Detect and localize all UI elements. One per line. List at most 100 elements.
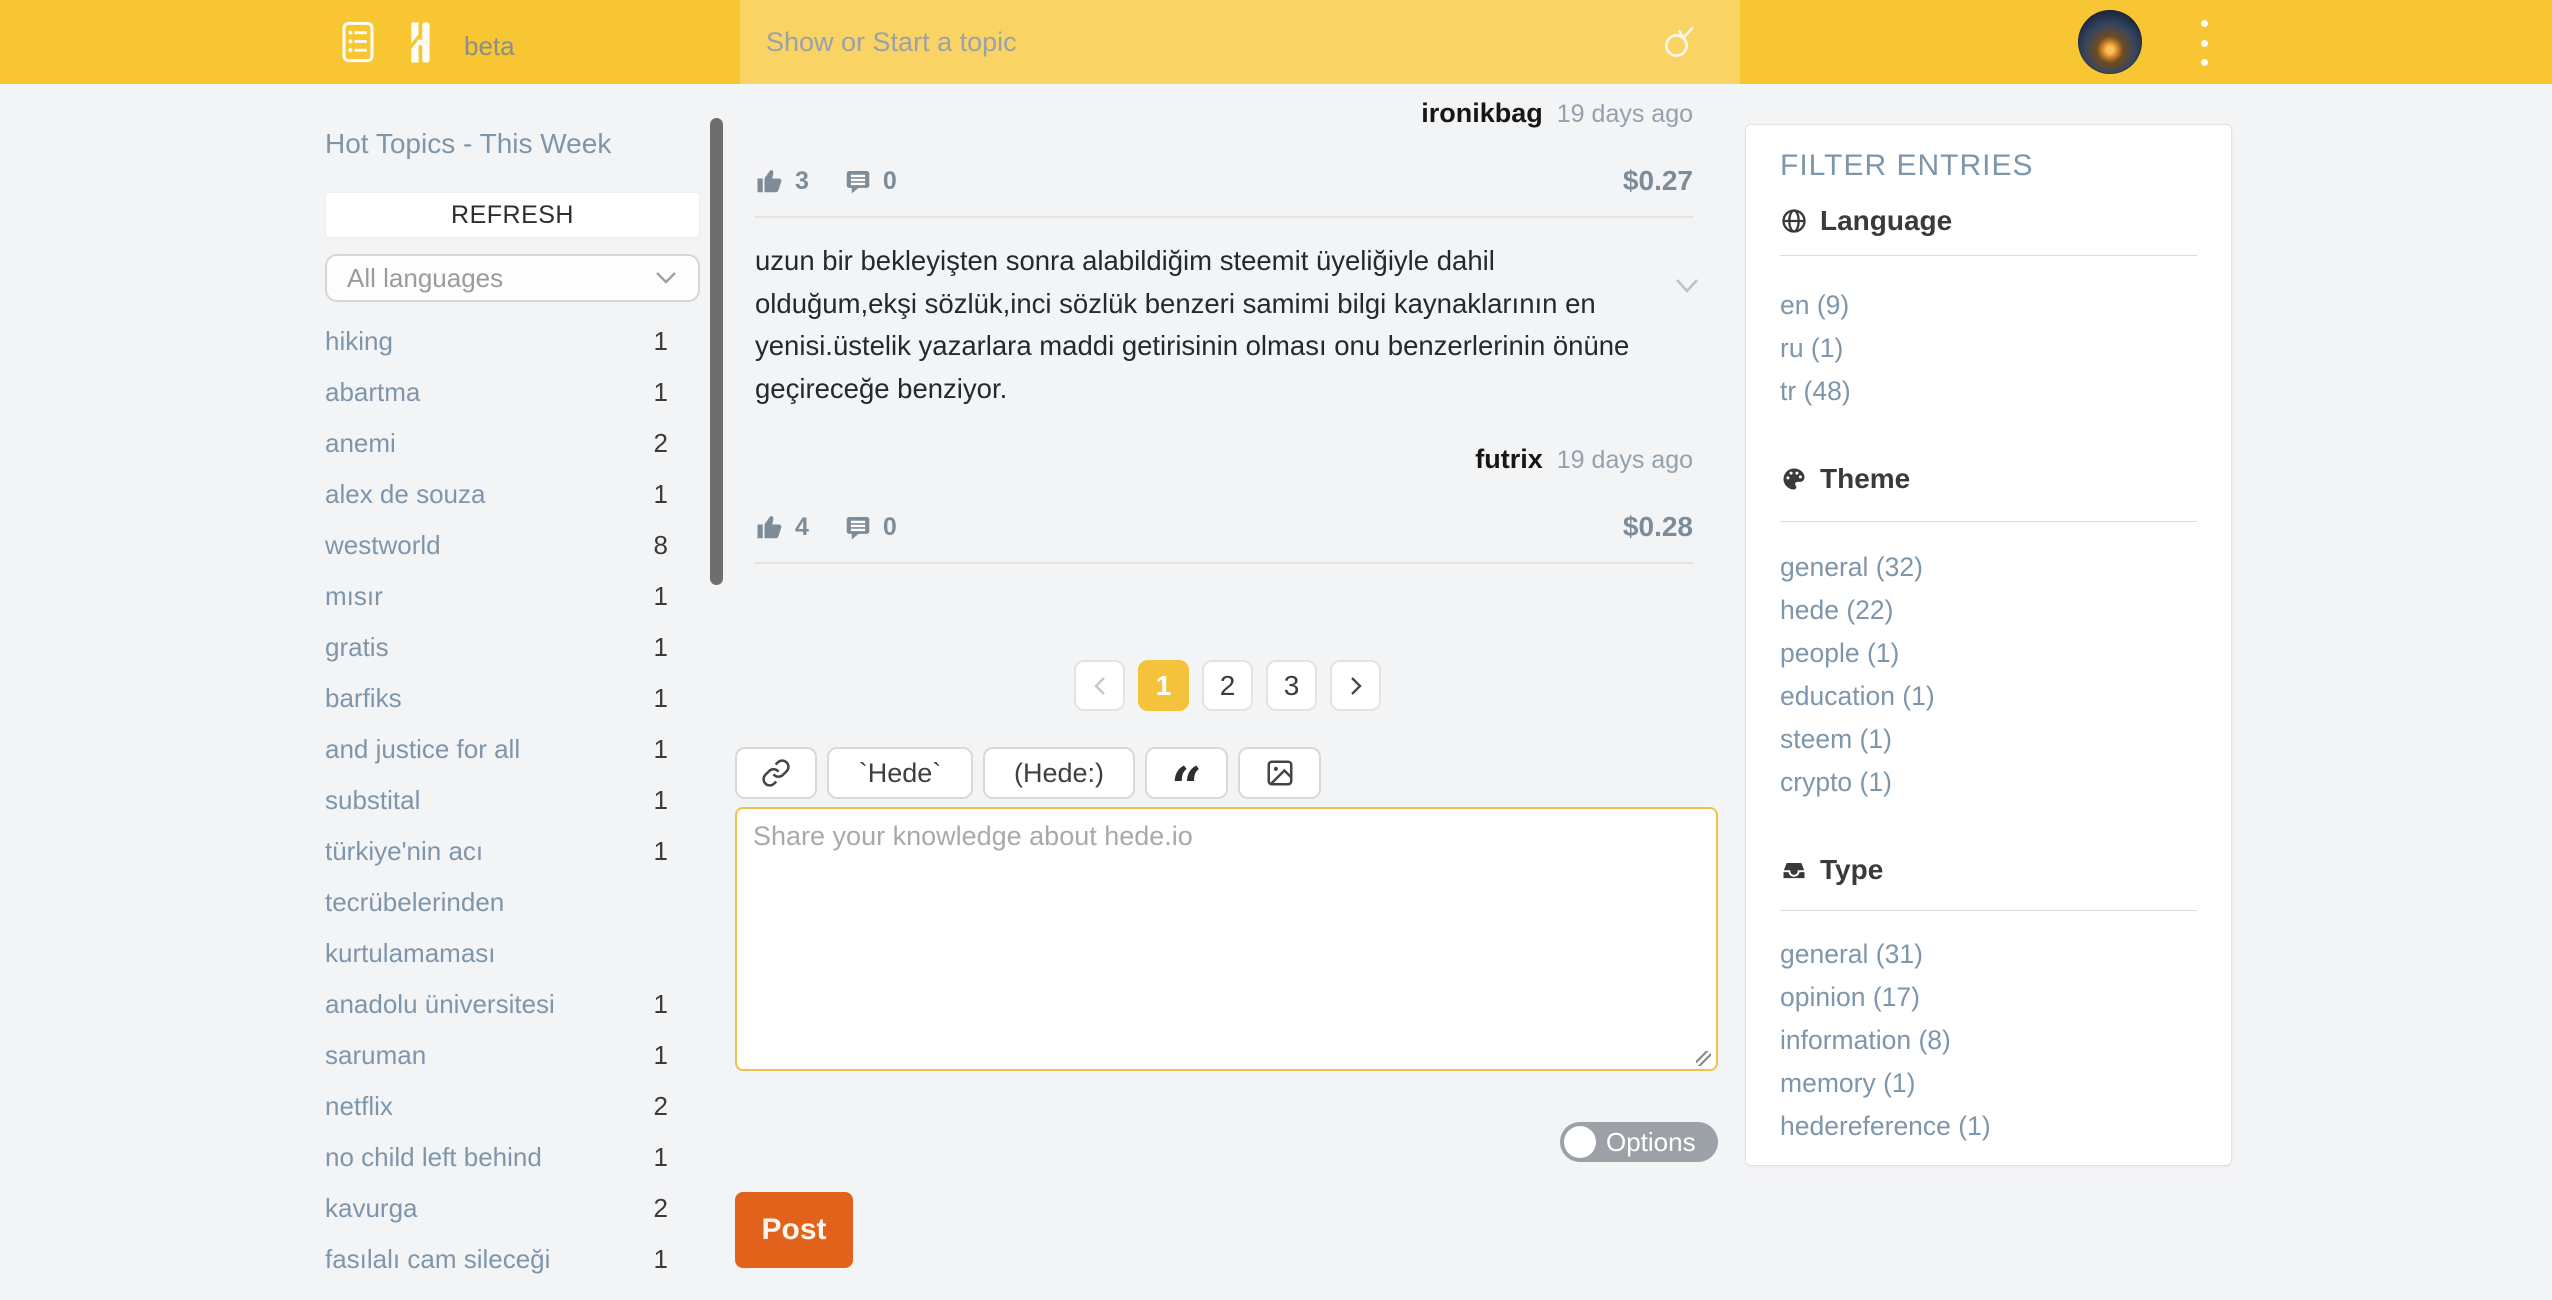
hot-topic-item[interactable]: barfiks 1 <box>325 673 668 724</box>
filter-entries-panel: FILTER ENTRIES Language en (9) ru (1) tr (… <box>1745 124 2232 1166</box>
hot-topic-item[interactable]: westworld 8 <box>325 520 668 571</box>
comment-button[interactable]: 0 <box>843 166 897 196</box>
page-button-3[interactable]: 3 <box>1266 660 1317 711</box>
topic-name[interactable]: kavurga <box>325 1183 654 1234</box>
filter-link[interactable]: hede (22) <box>1780 589 2197 632</box>
hot-topic-item[interactable]: anemi 2 <box>325 418 668 469</box>
hot-topic-item[interactable]: and justice for all 1 <box>325 724 668 775</box>
entry-textarea[interactable] <box>735 807 1718 1071</box>
like-button[interactable]: 3 <box>755 166 809 196</box>
filter-link[interactable]: information (8) <box>1780 1019 2197 1062</box>
topic-name[interactable]: alex de souza <box>325 469 654 520</box>
filter-link[interactable]: hedereference (1) <box>1780 1105 2197 1148</box>
quote-button[interactable]: “ <box>1145 747 1228 814</box>
page-button-1[interactable]: 1 <box>1138 660 1189 711</box>
insert-image-button[interactable] <box>1238 747 1321 799</box>
filter-link[interactable]: general (31) <box>1780 933 2197 976</box>
topic-name[interactable]: abartma <box>325 367 654 418</box>
kebab-menu-icon[interactable] <box>2194 20 2214 66</box>
filter-section-language: Language en (9) ru (1) tr (48) <box>1780 205 2197 413</box>
entry-author[interactable]: ironikbag <box>1421 98 1543 129</box>
comment-button[interactable]: 0 <box>843 512 897 542</box>
topic-name[interactable]: pi <box>325 1285 654 1300</box>
options-toggle-label: Options <box>1606 1126 1696 1157</box>
chevron-down-icon <box>654 270 678 286</box>
hot-topic-item[interactable]: kavurga 2 <box>325 1183 668 1234</box>
topic-name[interactable]: mısır <box>325 571 654 622</box>
hot-topic-item[interactable]: substital 1 <box>325 775 668 826</box>
filter-link[interactable]: tr (48) <box>1780 370 2197 413</box>
filter-link[interactable]: ru (1) <box>1780 327 2197 370</box>
hot-topic-item[interactable]: anadolu üniversitesi 1 <box>325 979 668 1030</box>
language-select[interactable]: All languages <box>325 254 700 302</box>
hot-topic-item[interactable]: gratis 1 <box>325 622 668 673</box>
hot-topic-item[interactable]: pi 2 <box>325 1285 668 1300</box>
topic-name[interactable]: anadolu üniversitesi <box>325 979 654 1030</box>
filter-link[interactable]: en (9) <box>1780 284 2197 327</box>
topic-name[interactable]: no child left behind <box>325 1132 654 1183</box>
hede-reference-button[interactable]: (Hede:) <box>983 747 1135 799</box>
next-page-button[interactable] <box>1330 660 1381 711</box>
filter-link[interactable]: education (1) <box>1780 675 2197 718</box>
hot-topics-sidebar: Hot Topics - This Week REFRESH All langu… <box>325 128 700 1300</box>
topic-name[interactable]: westworld <box>325 520 654 571</box>
prev-page-button[interactable] <box>1074 660 1125 711</box>
topic-count: 1 <box>653 1040 668 1070</box>
topic-name[interactable]: barfiks <box>325 673 654 724</box>
hot-topic-item[interactable]: abartma 1 <box>325 367 668 418</box>
sidebar-scrollbar[interactable] <box>710 118 723 585</box>
like-count: 4 <box>795 512 809 541</box>
entry-author[interactable]: futrix <box>1475 444 1543 475</box>
topic-name[interactable]: netflix <box>325 1081 654 1132</box>
filter-link[interactable]: people (1) <box>1780 632 2197 675</box>
filter-link[interactable]: opinion (17) <box>1780 976 2197 1019</box>
hot-topic-item[interactable]: alex de souza 1 <box>325 469 668 520</box>
user-avatar[interactable] <box>2078 10 2142 74</box>
topic-name[interactable]: fasılalı cam sileceği <box>325 1234 654 1285</box>
hede-markup-button[interactable]: `Hede` <box>827 747 973 799</box>
topic-name[interactable]: türkiye'nin acı tecrübelerinden kurtulam… <box>325 826 654 979</box>
search-input[interactable] <box>766 26 1714 58</box>
post-button[interactable]: Post <box>735 1192 853 1268</box>
comment-count: 0 <box>882 166 897 195</box>
section-divider <box>1780 255 2197 256</box>
search-icon[interactable] <box>1660 24 1698 62</box>
entry-date: 19 days ago <box>1556 100 1693 128</box>
topic-count: 1 <box>653 377 668 407</box>
topic-count: 1 <box>653 683 668 713</box>
options-toggle[interactable]: Options <box>1560 1122 1718 1162</box>
topic-name[interactable]: and justice for all <box>325 724 654 775</box>
refresh-button[interactable]: REFRESH <box>325 192 700 238</box>
topic-count: 2 <box>653 428 668 458</box>
hot-topic-item[interactable]: türkiye'nin acı tecrübelerinden kurtulam… <box>325 826 668 979</box>
page-button-2[interactable]: 2 <box>1202 660 1253 711</box>
topic-name[interactable]: saruman <box>325 1030 654 1081</box>
filter-link[interactable]: crypto (1) <box>1780 761 2197 804</box>
list-icon[interactable] <box>341 21 375 63</box>
hot-topic-item[interactable]: mısır 1 <box>325 571 668 622</box>
filter-link[interactable]: steem (1) <box>1780 718 2197 761</box>
topic-name[interactable]: substital <box>325 775 654 826</box>
beta-badge: beta <box>464 30 515 61</box>
like-button[interactable]: 4 <box>755 512 809 542</box>
topic-count: 1 <box>653 632 668 662</box>
hede-logo-icon[interactable] <box>403 19 436 66</box>
topic-name[interactable]: gratis <box>325 622 654 673</box>
topic-name[interactable]: anemi <box>325 418 654 469</box>
hot-topic-item[interactable]: no child left behind 1 <box>325 1132 668 1183</box>
hot-topic-item[interactable]: fasılalı cam sileceği 1 <box>325 1234 668 1285</box>
hot-topic-item[interactable]: hiking 1 <box>325 316 668 367</box>
resize-grip[interactable] <box>1696 1051 1711 1066</box>
hot-topic-item[interactable]: saruman 1 <box>325 1030 668 1081</box>
insert-link-button[interactable] <box>735 747 817 799</box>
chevron-left-icon <box>1093 676 1105 695</box>
filter-link[interactable]: general (32) <box>1780 546 2197 589</box>
filter-link[interactable]: memory (1) <box>1780 1062 2197 1105</box>
toggle-knob[interactable] <box>1564 1126 1596 1158</box>
chevron-down-icon[interactable] <box>1673 276 1701 296</box>
entry-payout: $0.28 <box>1622 511 1693 542</box>
hot-topic-item[interactable]: netflix 2 <box>325 1081 668 1132</box>
entry-divider <box>755 216 1693 218</box>
topic-name[interactable]: hiking <box>325 316 654 367</box>
inbox-icon <box>1783 863 1805 879</box>
